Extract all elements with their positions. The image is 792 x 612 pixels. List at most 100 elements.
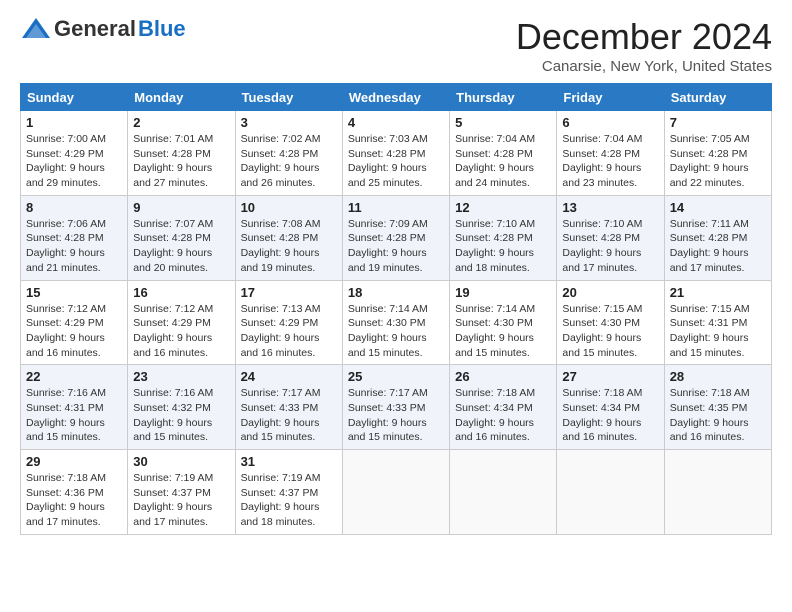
day-info: Sunrise: 7:15 AM Sunset: 4:31 PM Dayligh…: [670, 302, 766, 361]
day-cell: 25Sunrise: 7:17 AM Sunset: 4:33 PM Dayli…: [342, 365, 449, 450]
header-row: Sunday Monday Tuesday Wednesday Thursday…: [21, 84, 772, 111]
day-cell: 8 Sunrise: 7:06 AM Sunset: 4:28 PM Daylig…: [21, 195, 128, 280]
day-cell: 18Sunrise: 7:14 AM Sunset: 4:30 PM Dayli…: [342, 280, 449, 365]
day-info: Sunrise: 7:07 AM Sunset: 4:28 PM Dayligh…: [133, 217, 229, 276]
day-number: 23: [133, 369, 229, 384]
day-info: Sunrise: 7:05 AM Sunset: 4:28 PM Dayligh…: [670, 132, 766, 191]
day-cell: 28 Sunrise: 7:18 AM Sunset: 4:35 PM Dayli…: [664, 365, 771, 450]
day-info: Sunrise: 7:19 AM Sunset: 4:37 PM Dayligh…: [133, 471, 229, 530]
day-cell: 19Sunrise: 7:14 AM Sunset: 4:30 PM Dayli…: [450, 280, 557, 365]
day-info: Sunrise: 7:18 AM Sunset: 4:34 PM Dayligh…: [455, 386, 551, 445]
day-number: 31: [241, 454, 337, 469]
logo-blue-text: Blue: [138, 17, 186, 41]
day-info: Sunrise: 7:04 AM Sunset: 4:28 PM Dayligh…: [562, 132, 658, 191]
col-tuesday: Tuesday: [235, 84, 342, 111]
day-number: 5: [455, 115, 551, 130]
day-info: Sunrise: 7:18 AM Sunset: 4:36 PM Dayligh…: [26, 471, 122, 530]
page-header: GeneralBlue December 2024 Canarsie, New …: [20, 16, 772, 75]
calendar-table: Sunday Monday Tuesday Wednesday Thursday…: [20, 83, 772, 535]
day-number: 6: [562, 115, 658, 130]
day-info: Sunrise: 7:18 AM Sunset: 4:35 PM Dayligh…: [670, 386, 766, 445]
day-number: 17: [241, 285, 337, 300]
day-cell: [342, 450, 449, 535]
day-number: 2: [133, 115, 229, 130]
week-row-5: 29 Sunrise: 7:18 AM Sunset: 4:36 PM Dayli…: [21, 450, 772, 535]
day-cell: 13 Sunrise: 7:10 AM Sunset: 4:28 PM Dayli…: [557, 195, 664, 280]
title-block: December 2024 Canarsie, New York, United…: [516, 16, 772, 75]
day-info: Sunrise: 7:16 AM Sunset: 4:31 PM Dayligh…: [26, 386, 122, 445]
calendar-header: Sunday Monday Tuesday Wednesday Thursday…: [21, 84, 772, 111]
day-cell: 14 Sunrise: 7:11 AM Sunset: 4:28 PM Dayli…: [664, 195, 771, 280]
day-number: 8: [26, 200, 122, 215]
day-cell: 30 Sunrise: 7:19 AM Sunset: 4:37 PM Dayli…: [128, 450, 235, 535]
day-number: 13: [562, 200, 658, 215]
day-cell: 1 Sunrise: 7:00 AM Sunset: 4:29 PM Daylig…: [21, 111, 128, 196]
day-cell: 3 Sunrise: 7:02 AM Sunset: 4:28 PM Daylig…: [235, 111, 342, 196]
day-info: Sunrise: 7:15 AM Sunset: 4:30 PM Dayligh…: [562, 302, 658, 361]
day-number: 7: [670, 115, 766, 130]
month-title: December 2024: [516, 16, 772, 58]
day-cell: 9 Sunrise: 7:07 AM Sunset: 4:28 PM Daylig…: [128, 195, 235, 280]
day-number: 19: [455, 285, 551, 300]
day-cell: 22 Sunrise: 7:16 AM Sunset: 4:31 PM Dayli…: [21, 365, 128, 450]
day-cell: 17 Sunrise: 7:13 AM Sunset: 4:29 PM Dayli…: [235, 280, 342, 365]
logo: GeneralBlue: [20, 16, 186, 42]
day-info: Sunrise: 7:19 AM Sunset: 4:37 PM Dayligh…: [241, 471, 337, 530]
day-info: Sunrise: 7:16 AM Sunset: 4:32 PM Dayligh…: [133, 386, 229, 445]
day-cell: 26 Sunrise: 7:18 AM Sunset: 4:34 PM Dayli…: [450, 365, 557, 450]
day-number: 25: [348, 369, 444, 384]
day-cell: 27Sunrise: 7:18 AM Sunset: 4:34 PM Dayli…: [557, 365, 664, 450]
day-cell: 5 Sunrise: 7:04 AM Sunset: 4:28 PM Daylig…: [450, 111, 557, 196]
day-cell: 11Sunrise: 7:09 AM Sunset: 4:28 PM Dayli…: [342, 195, 449, 280]
day-number: 26: [455, 369, 551, 384]
col-sunday: Sunday: [21, 84, 128, 111]
day-cell: 15Sunrise: 7:12 AM Sunset: 4:29 PM Dayli…: [21, 280, 128, 365]
day-info: Sunrise: 7:11 AM Sunset: 4:28 PM Dayligh…: [670, 217, 766, 276]
day-cell: 24 Sunrise: 7:17 AM Sunset: 4:33 PM Dayli…: [235, 365, 342, 450]
col-wednesday: Wednesday: [342, 84, 449, 111]
day-cell: [450, 450, 557, 535]
day-info: Sunrise: 7:13 AM Sunset: 4:29 PM Dayligh…: [241, 302, 337, 361]
week-row-2: 8 Sunrise: 7:06 AM Sunset: 4:28 PM Daylig…: [21, 195, 772, 280]
week-row-4: 22 Sunrise: 7:16 AM Sunset: 4:31 PM Dayli…: [21, 365, 772, 450]
day-info: Sunrise: 7:17 AM Sunset: 4:33 PM Dayligh…: [241, 386, 337, 445]
day-number: 20: [562, 285, 658, 300]
day-info: Sunrise: 7:01 AM Sunset: 4:28 PM Dayligh…: [133, 132, 229, 191]
day-number: 15: [26, 285, 122, 300]
day-number: 4: [348, 115, 444, 130]
day-number: 1: [26, 115, 122, 130]
day-number: 21: [670, 285, 766, 300]
day-cell: 21 Sunrise: 7:15 AM Sunset: 4:31 PM Dayli…: [664, 280, 771, 365]
day-info: Sunrise: 7:14 AM Sunset: 4:30 PM Dayligh…: [348, 302, 444, 361]
day-cell: 31 Sunrise: 7:19 AM Sunset: 4:37 PM Dayli…: [235, 450, 342, 535]
day-number: 22: [26, 369, 122, 384]
day-info: Sunrise: 7:00 AM Sunset: 4:29 PM Dayligh…: [26, 132, 122, 191]
day-info: Sunrise: 7:04 AM Sunset: 4:28 PM Dayligh…: [455, 132, 551, 191]
day-info: Sunrise: 7:10 AM Sunset: 4:28 PM Dayligh…: [455, 217, 551, 276]
week-row-1: 1 Sunrise: 7:00 AM Sunset: 4:29 PM Daylig…: [21, 111, 772, 196]
day-number: 28: [670, 369, 766, 384]
day-cell: 16Sunrise: 7:12 AM Sunset: 4:29 PM Dayli…: [128, 280, 235, 365]
day-number: 30: [133, 454, 229, 469]
col-thursday: Thursday: [450, 84, 557, 111]
day-cell: 23 Sunrise: 7:16 AM Sunset: 4:32 PM Dayli…: [128, 365, 235, 450]
day-cell: 12 Sunrise: 7:10 AM Sunset: 4:28 PM Dayli…: [450, 195, 557, 280]
day-number: 12: [455, 200, 551, 215]
day-cell: 20 Sunrise: 7:15 AM Sunset: 4:30 PM Dayli…: [557, 280, 664, 365]
day-number: 14: [670, 200, 766, 215]
logo-icon: [20, 16, 52, 42]
day-info: Sunrise: 7:02 AM Sunset: 4:28 PM Dayligh…: [241, 132, 337, 191]
day-info: Sunrise: 7:08 AM Sunset: 4:28 PM Dayligh…: [241, 217, 337, 276]
day-number: 24: [241, 369, 337, 384]
col-saturday: Saturday: [664, 84, 771, 111]
day-cell: [664, 450, 771, 535]
day-cell: 4Sunrise: 7:03 AM Sunset: 4:28 PM Daylig…: [342, 111, 449, 196]
day-number: 3: [241, 115, 337, 130]
day-number: 9: [133, 200, 229, 215]
day-info: Sunrise: 7:10 AM Sunset: 4:28 PM Dayligh…: [562, 217, 658, 276]
day-cell: [557, 450, 664, 535]
day-number: 11: [348, 200, 444, 215]
day-info: Sunrise: 7:06 AM Sunset: 4:28 PM Dayligh…: [26, 217, 122, 276]
day-number: 10: [241, 200, 337, 215]
day-number: 29: [26, 454, 122, 469]
